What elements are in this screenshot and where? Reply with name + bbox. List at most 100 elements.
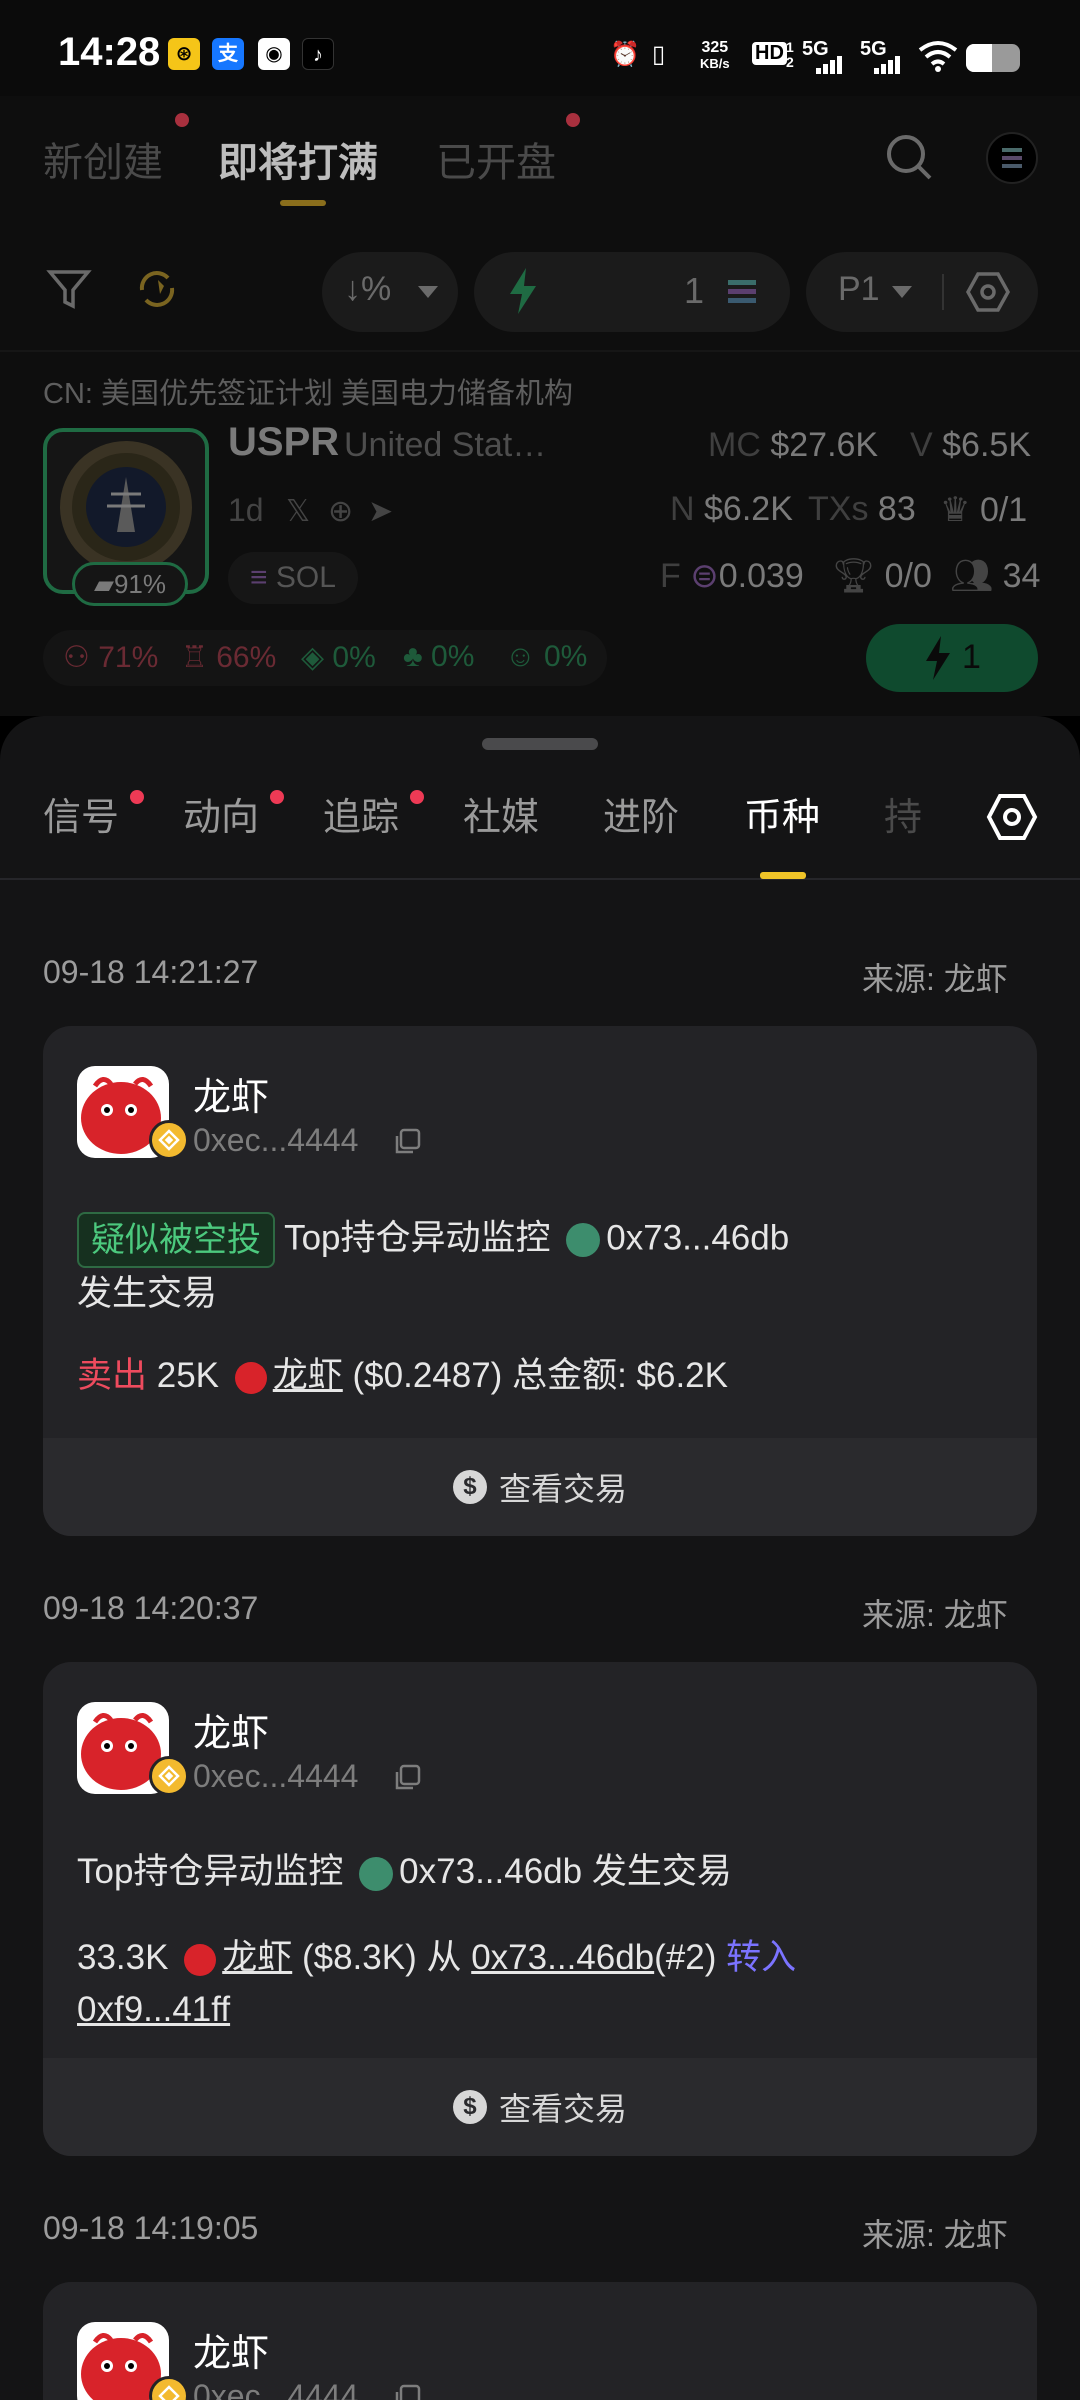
quick-buy-amount[interactable]: 1 [474, 252, 790, 332]
view-trade-button[interactable]: $ 查看交易 [43, 2058, 1037, 2156]
token-name: 龙虾 [193, 2333, 270, 2375]
to-address-link[interactable]: 0xf9...41ff [77, 1990, 230, 2029]
feed-timestamp: 09-18 14:20:37 [43, 1590, 259, 1626]
insider-stat: ◈ 0% [301, 641, 376, 674]
active-tab-indicator [760, 872, 806, 879]
copy-icon[interactable] [393, 1762, 423, 1797]
feed-card: 龙虾 0xec...4444 [43, 2282, 1037, 2400]
tab-new-dot [175, 113, 189, 127]
tab-track[interactable]: 追踪 [323, 786, 399, 841]
copy-icon[interactable] [393, 2382, 423, 2400]
filter-icon[interactable] [46, 266, 92, 317]
bnb-chain-icon [149, 1120, 189, 1160]
volume: V $6.5K [910, 426, 1031, 464]
telegram-icon[interactable]: ➤ [368, 494, 393, 529]
sheet-drag-handle[interactable] [482, 738, 598, 750]
chevron-down-icon [892, 286, 912, 298]
trade-summary: 卖出 25K 龙虾 ($0.2487) 总金额: $6.2K [77, 1356, 728, 1395]
phishing-stat: ☺ 0% [505, 640, 588, 673]
settings-hex-icon[interactable] [965, 270, 1011, 319]
signal-bars-2-icon [870, 56, 906, 79]
feed-timestamp: 09-18 14:21:27 [43, 954, 259, 990]
signal-description: Top持仓异动监控 0x73...46db 发生交易 [77, 1852, 732, 1891]
bolt-icon [924, 636, 952, 685]
feed-source: 来源: 龙虾 [862, 1597, 1008, 1633]
progress-pill: ▰91% [72, 562, 188, 606]
bolt-icon [508, 268, 538, 319]
top-tab-indicator [280, 200, 326, 206]
solana-chain-icon[interactable] [986, 132, 1038, 184]
search-icon[interactable] [884, 132, 934, 187]
alarm-icon: ⏰ [610, 41, 640, 68]
tab-opened-dot [566, 113, 580, 127]
hd-sub: 12 [786, 39, 794, 70]
token-name: 龙虾 [193, 1077, 270, 1119]
tab-signal-dot [130, 790, 144, 804]
net-inflow: N $6.2K [670, 490, 793, 528]
preset-dropdown[interactable]: P1 [806, 252, 1038, 332]
tab-divider [0, 878, 1080, 880]
token-link[interactable]: 龙虾 [222, 1938, 292, 1977]
feed-source: 来源: 龙虾 [862, 2217, 1008, 2253]
token-mini-icon [184, 1943, 217, 1976]
tab-new-created[interactable]: 新创建 [43, 130, 163, 188]
crown-stat: ♛ 0/1 [940, 491, 1028, 529]
tab-trend[interactable]: 动向 [183, 786, 259, 841]
solana-icon: ⊜ [690, 557, 719, 595]
tab-signal[interactable]: 信号 [43, 786, 119, 841]
contract-address: 0xec...4444 [193, 1758, 359, 1794]
chain-badge: ≡ SOL [228, 552, 358, 604]
website-icon[interactable]: ⊕ [328, 494, 353, 529]
signal-bars-1-icon [812, 56, 848, 79]
token-age: 1d [228, 492, 264, 528]
x-social-icon[interactable]: 𝕏 [286, 494, 310, 529]
wallet-address[interactable]: 0x73...46db [606, 1218, 789, 1257]
token-name: United Stat… [344, 426, 547, 464]
clock: 14:28 [58, 30, 161, 74]
refresh-icon[interactable] [134, 264, 180, 319]
tab-advanced[interactable]: 进阶 [603, 786, 679, 841]
wifi-icon [918, 40, 958, 77]
game-app-icon: ◉ [258, 38, 290, 70]
tab-track-dot [410, 790, 424, 804]
contract-address: 0xec...4444 [193, 2378, 359, 2400]
holders-icon: 👥︎ [950, 557, 994, 595]
wallet-address[interactable]: 0x73...46db [399, 1852, 582, 1891]
market-cap: MC $27.6K [708, 426, 879, 464]
token-ticker: USPR [228, 420, 340, 464]
sort-dropdown[interactable]: ↓% [322, 252, 458, 332]
feed-timestamp: 09-18 14:19:05 [43, 2210, 259, 2246]
tab-almost-full[interactable]: 即将打满 [218, 130, 378, 188]
tab-opened[interactable]: 已开盘 [436, 130, 556, 188]
view-trade-button[interactable]: $ 查看交易 [43, 1438, 1037, 1536]
dollar-icon: $ [452, 2090, 487, 2124]
transfer-summary: 33.3K 龙虾 ($8.3K) 从 0x73...46db(#2) 转入 0x… [77, 1938, 797, 2029]
risk-stats-bar: ⚇ 71% ♖ 66% ◈ 0% ♣ 0% ☺ 0% [43, 630, 607, 686]
wallet-avatar-icon [566, 1223, 601, 1257]
crown-icon: ♛ [940, 491, 971, 529]
feed-card: 龙虾 0xec...4444 疑似被空投 Top持仓异动监控 0x73...46… [43, 1026, 1037, 1536]
pill-icon: ▰ [93, 569, 114, 599]
quick-buy-button[interactable]: 1 [866, 624, 1038, 692]
hd-icon: HD [752, 42, 787, 65]
net-speed: 325 KB/s [700, 39, 730, 72]
tab-token[interactable]: 币种 [744, 786, 820, 841]
alipay-icon: 支 [212, 38, 244, 70]
tab-holders[interactable]: 持 [884, 786, 922, 841]
tab-trend-dot [270, 790, 284, 804]
token-link[interactable]: 龙虾 [273, 1356, 343, 1395]
solana-icon: ≡ [250, 561, 268, 594]
sniper-stat: ♖ 66% [181, 641, 277, 674]
tab-social[interactable]: 社媒 [463, 786, 539, 841]
holders-stat: 👥︎ 34 [950, 557, 1041, 595]
wallet-avatar-icon [359, 1856, 394, 1891]
contract-address: 0xec...4444 [193, 1122, 359, 1158]
feed-card: 龙虾 0xec...4444 Top持仓异动监控 0x73...46db 发生交… [43, 1662, 1037, 2156]
token-cn-label: CN: 美国优先签证计划 美国电力储备机构 [43, 378, 574, 410]
feed-source: 来源: 龙虾 [862, 961, 1008, 997]
from-address-link[interactable]: 0x73...46db [471, 1938, 654, 1977]
settings-hex-icon[interactable] [986, 792, 1038, 847]
dev-hold-stat: ⚇ 71% [63, 641, 159, 674]
copy-icon[interactable] [393, 1126, 423, 1161]
dollar-icon: $ [452, 1470, 487, 1504]
